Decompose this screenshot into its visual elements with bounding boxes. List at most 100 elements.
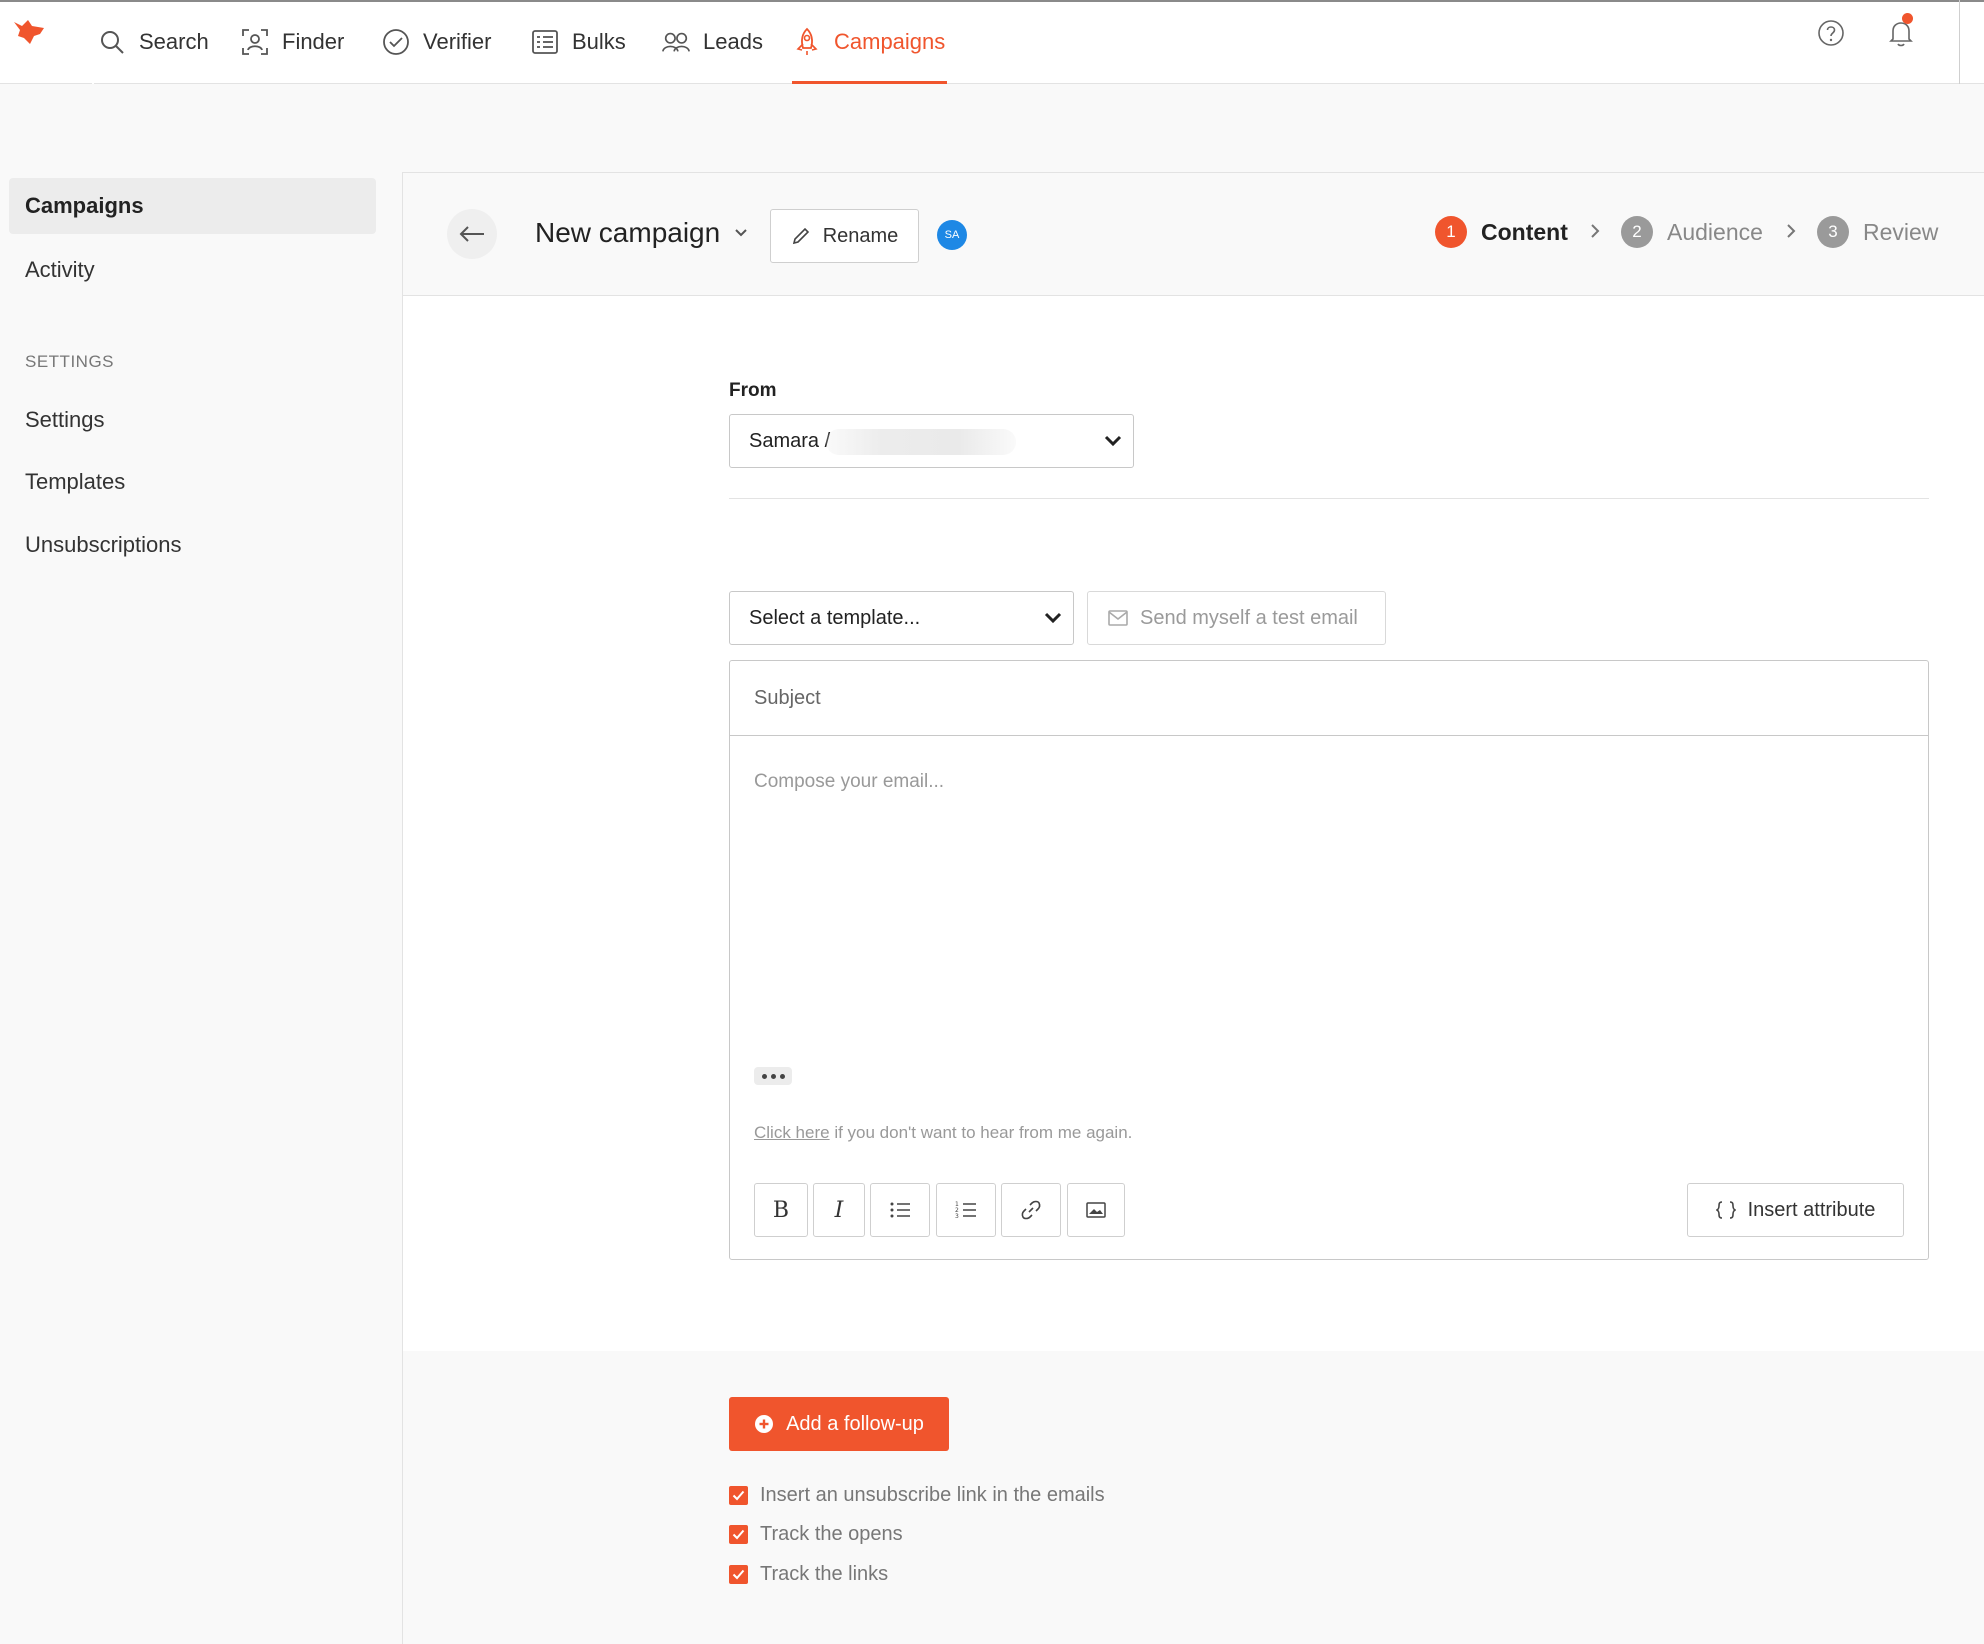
rocket-icon [792,27,822,57]
from-select[interactable]: Samara / [729,414,1134,468]
nav-finder[interactable]: Finder [240,0,344,84]
sidebar-item-label: Settings [25,407,105,432]
template-select[interactable]: Select a template... [729,591,1074,645]
nav-label: Leads [703,29,763,54]
help-icon[interactable] [1814,16,1848,50]
nav-campaigns[interactable]: Campaigns [792,0,945,84]
send-test-email-label: Send myself a test email [1140,606,1358,629]
campaign-title-dropdown[interactable]: New campaign [535,217,748,249]
rename-label: Rename [822,224,899,247]
chevron-right-icon [1591,224,1600,238]
show-trimmed-content-button[interactable] [754,1067,792,1085]
bell-icon[interactable] [1884,16,1918,50]
nav-leads[interactable]: Leads [661,0,763,84]
from-value: Samara / [749,429,831,452]
numbered-list-button[interactable]: 123 [936,1183,996,1237]
add-follow-up-label: Add a follow-up [786,1412,924,1435]
chevron-down-icon [1104,435,1122,447]
page-title: New campaign [535,217,721,248]
unsubscribe-link-checkbox[interactable]: Insert an unsubscribe link in the emails [729,1484,1105,1507]
redacted-email [826,429,1016,455]
plus-circle-icon [755,1415,774,1433]
braces-icon [1715,1201,1736,1219]
email-body-input[interactable]: Compose your email... [754,771,944,793]
image-icon [1086,1202,1106,1218]
step-review[interactable]: 3 Review [1817,216,1938,248]
sidebar-item-settings[interactable]: Settings [9,392,376,448]
envelope-icon [1108,610,1128,626]
finder-icon [240,27,270,57]
checkbox-label: Track the opens [760,1523,903,1545]
sidebar-item-activity[interactable]: Activity [9,242,376,298]
bulleted-list-button[interactable] [870,1183,930,1237]
avatar[interactable]: SA [937,220,967,250]
rename-button[interactable]: Rename [770,209,919,263]
step-label: Review [1863,218,1939,245]
back-button[interactable] [447,209,497,259]
nav-label: Campaigns [834,29,946,54]
nav-search[interactable]: Search [97,0,209,84]
sidebar-item-unsubscriptions[interactable]: Unsubscriptions [9,517,376,573]
numbered-list-icon: 123 [955,1201,976,1219]
checkbox-checked-icon [729,1525,748,1544]
chevron-down-icon [1044,612,1062,624]
unsubscribe-link[interactable]: Click here [754,1123,830,1142]
link-icon [1021,1200,1041,1220]
page-band [0,84,1984,172]
italic-button[interactable]: I [813,1183,865,1237]
chevron-right-icon [1787,224,1796,238]
email-editor: Subject Compose your email... Click here… [729,660,1929,1260]
chevron-down-icon [735,229,747,237]
bold-button[interactable]: B [754,1183,808,1237]
bold-label: B [772,1197,790,1223]
arrow-left-icon [459,226,484,242]
fox-logo-icon[interactable] [10,12,50,52]
step-number: 3 [1817,216,1849,248]
sidebar: Campaigns Activity SETTINGS Settings Tem… [0,172,402,1644]
verifier-icon [381,27,411,57]
bulks-icon [530,27,560,57]
sidebar-item-label: Unsubscriptions [25,532,182,557]
bulleted-list-icon [890,1202,910,1218]
step-number: 1 [1435,216,1467,248]
subject-placeholder: Subject [754,686,821,709]
options-panel [403,1351,1984,1644]
from-label: From [729,380,777,401]
insert-attribute-button[interactable]: Insert attribute [1687,1183,1904,1237]
nav-label: Finder [282,29,345,54]
track-links-checkbox[interactable]: Track the links [729,1563,888,1586]
image-button[interactable] [1067,1183,1125,1237]
unsubscribe-text: if you don't want to hear from me again. [829,1123,1133,1142]
sidebar-settings-heading: SETTINGS [25,352,115,371]
section-divider [729,498,1929,499]
insert-attribute-label: Insert attribute [1747,1198,1876,1221]
search-icon [97,27,127,57]
send-test-email-button[interactable]: Send myself a test email [1087,591,1386,645]
subject-input[interactable]: Subject [730,661,1928,736]
sidebar-item-label: Campaigns [25,193,144,218]
italic-label: I [834,1197,844,1223]
step-label: Content [1481,218,1568,245]
template-select-value: Select a template... [749,606,921,629]
nav-label: Bulks [572,29,626,54]
nav-verifier[interactable]: Verifier [381,0,491,84]
checkbox-checked-icon [729,1565,748,1584]
checkbox-label: Insert an unsubscribe link in the emails [760,1484,1105,1506]
svg-text:3: 3 [955,1213,959,1219]
step-content[interactable]: 1 Content [1435,216,1568,248]
leads-icon [661,27,691,57]
nav-label: Search [139,29,209,54]
sidebar-item-campaigns[interactable]: Campaigns [9,178,376,234]
link-button[interactable] [1001,1183,1061,1237]
notification-dot [1902,13,1913,24]
top-navigation: Search Finder Verifier Bulks Leads Campa… [0,0,1984,84]
sidebar-item-label: Activity [25,257,95,282]
checkbox-checked-icon [729,1486,748,1505]
add-follow-up-button[interactable]: Add a follow-up [729,1397,949,1451]
step-label: Audience [1667,218,1763,245]
sidebar-item-templates[interactable]: Templates [9,454,376,510]
step-audience[interactable]: 2 Audience [1621,216,1763,248]
track-opens-checkbox[interactable]: Track the opens [729,1523,903,1546]
nav-bulks[interactable]: Bulks [530,0,626,84]
sidebar-item-label: Templates [25,469,126,494]
